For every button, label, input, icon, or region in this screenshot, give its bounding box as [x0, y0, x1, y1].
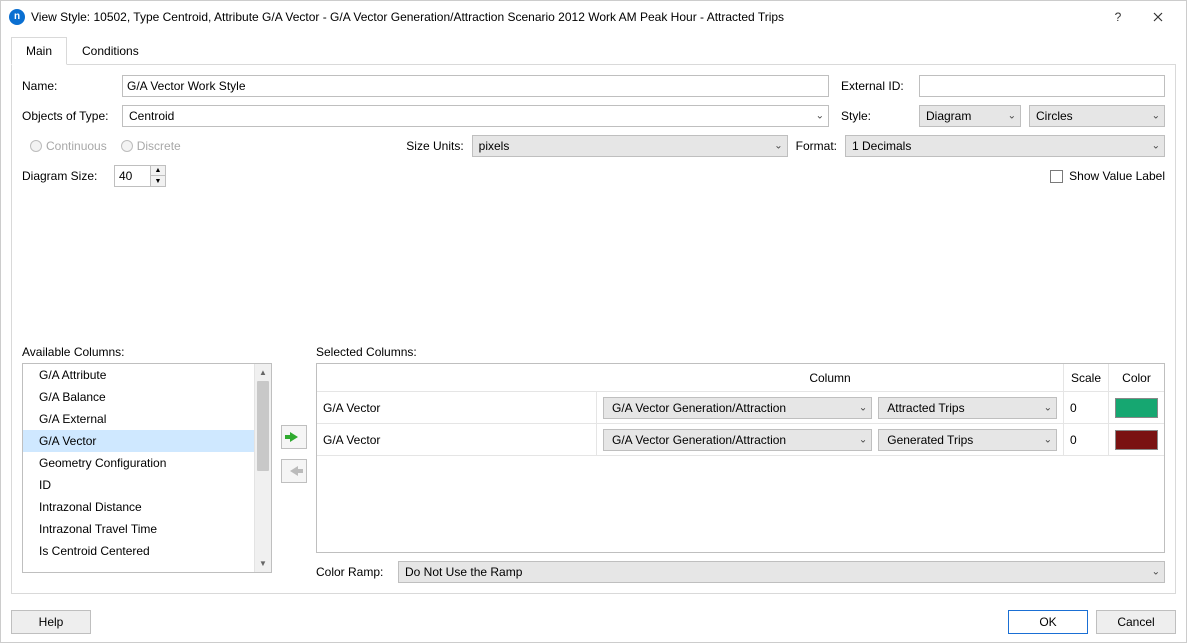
chevron-down-icon: ⌄	[1152, 111, 1160, 122]
app-icon: n	[9, 9, 25, 25]
list-item[interactable]: Intrazonal Travel Time	[23, 518, 254, 540]
objects-of-type-combo[interactable]: Centroid ⌄	[122, 105, 829, 127]
selected-columns-label: Selected Columns:	[316, 345, 1165, 359]
arrow-left-icon	[290, 466, 298, 476]
external-id-input[interactable]	[919, 75, 1165, 97]
table-row: G/A Vector G/A Vector Generation/Attracti…	[317, 424, 1164, 456]
chevron-down-icon: ⌄	[774, 141, 782, 152]
name-input[interactable]	[122, 75, 829, 97]
tab-strip: Main Conditions	[11, 36, 1176, 65]
arrow-right-icon	[290, 432, 298, 442]
table-row: G/A Vector G/A Vector Generation/Attracti…	[317, 392, 1164, 424]
list-item[interactable]: Intrazonal Distance	[23, 496, 254, 518]
remove-column-button[interactable]	[281, 459, 307, 483]
grid-header-color: Color	[1109, 364, 1164, 391]
diagram-size-spinner[interactable]: ▲ ▼	[114, 165, 166, 187]
color-ramp-combo[interactable]: Do Not Use the Ramp ⌄	[398, 561, 1165, 583]
tab-main[interactable]: Main	[11, 37, 67, 65]
list-item[interactable]: G/A Balance	[23, 386, 254, 408]
chevron-down-icon: ⌄	[816, 111, 824, 122]
diagram-size-input[interactable]	[114, 165, 150, 187]
checkbox-icon	[1050, 170, 1063, 183]
show-value-label-checkbox[interactable]: Show Value Label	[1050, 169, 1165, 183]
chevron-down-icon: ⌄	[1008, 111, 1016, 122]
name-label: Name:	[22, 79, 114, 93]
discrete-radio: Discrete	[121, 139, 181, 153]
radio-icon	[30, 140, 42, 152]
continuous-radio: Continuous	[30, 139, 107, 153]
format-label: Format:	[796, 139, 837, 153]
grid-header-column: Column	[317, 364, 1064, 391]
dialog-footer: Help OK Cancel	[1, 602, 1186, 642]
cell-attribute-combo[interactable]: G/A Vector Generation/Attraction⌄	[603, 429, 872, 451]
cell-attribute-combo[interactable]: G/A Vector Generation/Attraction⌄	[603, 397, 872, 419]
list-item[interactable]: G/A External	[23, 408, 254, 430]
color-swatch	[1115, 430, 1158, 450]
window-title: View Style: 10502, Type Centroid, Attrib…	[31, 10, 1098, 24]
color-swatch	[1115, 398, 1158, 418]
close-button[interactable]	[1138, 3, 1178, 31]
spinner-down-button[interactable]: ▼	[150, 176, 166, 187]
list-item[interactable]: Geometry Configuration	[23, 452, 254, 474]
scroll-down-button[interactable]: ▼	[255, 555, 271, 572]
radio-icon	[121, 140, 133, 152]
add-column-button[interactable]	[281, 425, 307, 449]
chevron-down-icon: ⌄	[859, 434, 867, 445]
scrollbar[interactable]: ▲ ▼	[254, 364, 271, 572]
cell-scale[interactable]: 0	[1064, 424, 1109, 455]
list-item[interactable]: G/A Vector	[23, 430, 254, 452]
size-units-combo[interactable]: pixels ⌄	[472, 135, 788, 157]
chevron-down-icon: ⌄	[1044, 402, 1052, 413]
list-item[interactable]: Is Centroid Centered	[23, 540, 254, 562]
size-units-label: Size Units:	[406, 139, 463, 153]
cell-trip-type-combo[interactable]: Attracted Trips⌄	[878, 397, 1057, 419]
titlebar: n View Style: 10502, Type Centroid, Attr…	[1, 1, 1186, 32]
style-label: Style:	[841, 109, 911, 123]
close-icon	[1153, 12, 1163, 22]
objects-of-type-label: Objects of Type:	[22, 109, 114, 123]
cell-name: G/A Vector	[317, 424, 597, 455]
style-shape-combo[interactable]: Circles ⌄	[1029, 105, 1165, 127]
cell-scale[interactable]: 0	[1064, 392, 1109, 423]
list-item[interactable]: G/A Attribute	[23, 364, 254, 386]
cell-trip-type-combo[interactable]: Generated Trips⌄	[878, 429, 1057, 451]
cell-name: G/A Vector	[317, 392, 597, 423]
diagram-size-label: Diagram Size:	[22, 169, 106, 183]
cell-color[interactable]	[1109, 424, 1164, 455]
cell-color[interactable]	[1109, 392, 1164, 423]
chevron-down-icon: ⌄	[1152, 141, 1160, 152]
format-combo[interactable]: 1 Decimals ⌄	[845, 135, 1165, 157]
list-item[interactable]: ID	[23, 474, 254, 496]
tab-conditions[interactable]: Conditions	[67, 37, 154, 65]
scroll-thumb[interactable]	[257, 381, 269, 471]
color-ramp-label: Color Ramp:	[316, 565, 390, 579]
dialog-window: n View Style: 10502, Type Centroid, Attr…	[0, 0, 1187, 643]
scroll-up-button[interactable]: ▲	[255, 364, 271, 381]
chevron-down-icon: ⌄	[1152, 567, 1160, 578]
chevron-down-icon: ⌄	[859, 402, 867, 413]
selected-columns-grid: Column Scale Color G/A Vector G/A Vector …	[316, 363, 1165, 553]
help-footer-button[interactable]: Help	[11, 610, 91, 634]
available-columns-list[interactable]: G/A AttributeG/A BalanceG/A ExternalG/A …	[22, 363, 272, 573]
cancel-button[interactable]: Cancel	[1096, 610, 1176, 634]
style-type-combo[interactable]: Diagram ⌄	[919, 105, 1021, 127]
chevron-down-icon: ⌄	[1044, 434, 1052, 445]
ok-button[interactable]: OK	[1008, 610, 1088, 634]
available-columns-label: Available Columns:	[22, 345, 272, 359]
spinner-up-button[interactable]: ▲	[150, 165, 166, 176]
help-button[interactable]: ?	[1098, 3, 1138, 31]
main-panel: Name: External ID: Objects of Type: Cent…	[11, 65, 1176, 594]
external-id-label: External ID:	[841, 79, 911, 93]
grid-header-scale: Scale	[1064, 364, 1109, 391]
